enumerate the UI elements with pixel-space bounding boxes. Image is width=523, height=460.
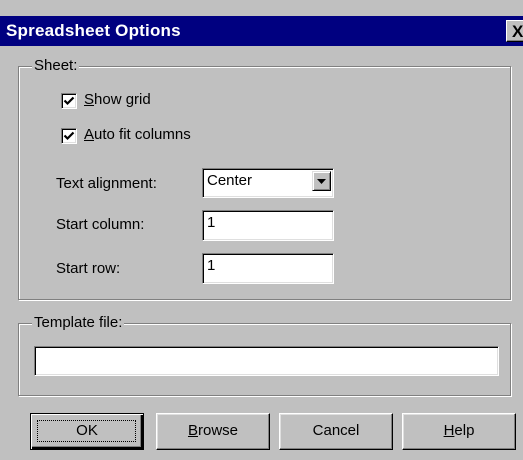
show-grid-checkbox[interactable] <box>61 93 77 109</box>
browse-button[interactable]: Browse <box>156 413 270 450</box>
checkmark-icon <box>63 96 75 106</box>
template-file-input[interactable] <box>34 346 499 376</box>
show-grid-access-key: S <box>84 91 95 108</box>
start-column-input[interactable]: 1 <box>202 210 334 241</box>
text-alignment-select[interactable]: Center <box>202 168 334 198</box>
close-button[interactable]: X <box>506 20 523 42</box>
auto-fit-access-key: A <box>84 126 95 143</box>
help-button[interactable]: Help <box>402 413 516 450</box>
start-column-value: 1 <box>207 214 216 231</box>
browse-button-label: Browse <box>188 422 238 439</box>
close-icon: X <box>512 22 523 41</box>
start-row-value: 1 <box>207 257 216 274</box>
show-grid-label-text: how grid <box>94 91 151 108</box>
cancel-button[interactable]: Cancel <box>279 413 393 450</box>
start-column-label: Start column: <box>56 216 145 233</box>
show-grid-label[interactable]: Show grid <box>84 91 151 108</box>
text-alignment-value: Center <box>207 172 253 189</box>
text-alignment-label: Text alignment: <box>56 175 157 192</box>
ok-button[interactable]: OK <box>30 413 144 450</box>
window-title: Spreadsheet Options <box>6 21 181 40</box>
browse-access-key: B <box>187 422 198 439</box>
ok-button-label: OK <box>76 422 98 439</box>
title-bar[interactable]: Spreadsheet Options X <box>0 16 523 46</box>
browse-label-text: rowse <box>198 422 239 439</box>
chevron-down-icon <box>317 179 326 184</box>
auto-fit-columns-checkbox[interactable] <box>61 128 77 144</box>
spreadsheet-options-dialog: Spreadsheet Options X Sheet: Show grid A… <box>0 0 523 460</box>
start-row-input[interactable]: 1 <box>202 253 334 284</box>
start-row-label: Start row: <box>56 260 121 277</box>
text-alignment-dropdown-button[interactable] <box>312 171 331 191</box>
help-button-label: Help <box>444 422 475 439</box>
help-label-text: elp <box>454 422 475 439</box>
template-file-group-label: Template file: <box>32 314 125 331</box>
auto-fit-columns-label[interactable]: Auto fit columns <box>84 126 191 143</box>
sheet-group-label: Sheet: <box>32 57 80 74</box>
auto-fit-label-text: uto fit columns <box>94 126 191 143</box>
checkmark-icon <box>63 131 75 141</box>
help-access-key: H <box>443 422 455 439</box>
cancel-button-label: Cancel <box>312 422 360 439</box>
